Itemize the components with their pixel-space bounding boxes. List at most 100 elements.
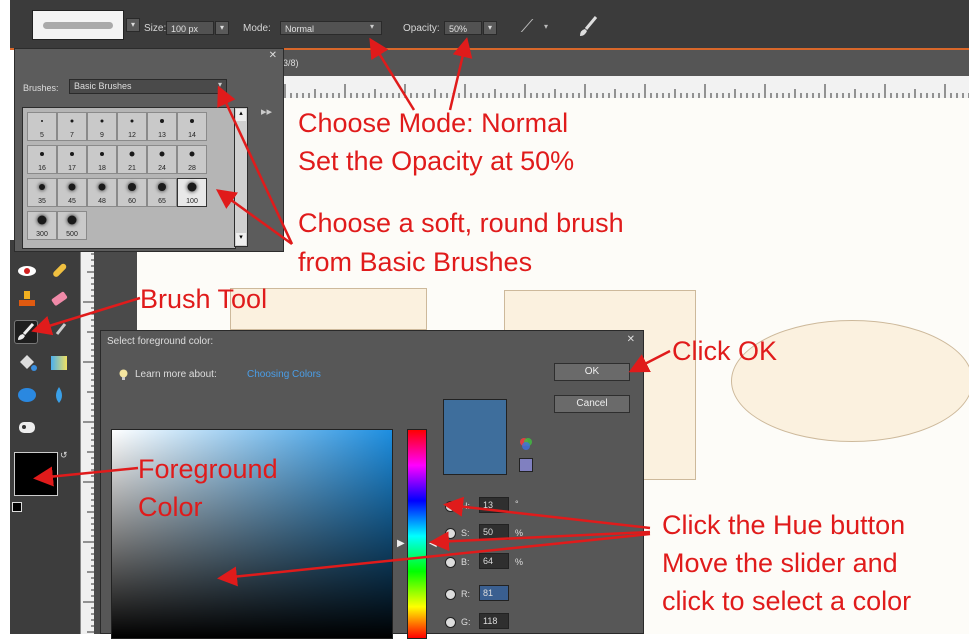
brush-preset-18[interactable]: 18 <box>87 145 117 174</box>
brush-set-value: Basic Brushes <box>74 81 132 91</box>
brush-tip-icon <box>158 183 166 191</box>
brush-preset-16[interactable]: 16 <box>27 145 57 174</box>
options-bar: ▾ Size: 100 px ▾ Mode: Normal ▾ Opacity:… <box>10 0 969 50</box>
opacity-dropdown[interactable]: ▾ <box>483 21 497 35</box>
brush-preview-thumbnail[interactable] <box>32 10 124 40</box>
opacity-field[interactable]: 50% <box>444 21 482 35</box>
opacity-label: Opacity: <box>403 23 440 34</box>
hue-slider[interactable] <box>407 429 427 639</box>
brush-preset-14[interactable]: 14 <box>177 112 207 141</box>
brush-tip-icon <box>70 119 74 123</box>
annotation-brush-line2: from Basic Brushes <box>298 247 533 277</box>
healing-brush-tool-icon[interactable] <box>48 260 70 282</box>
brush-preset-45[interactable]: 45 <box>57 178 87 207</box>
brush-size-label: 9 <box>100 132 104 139</box>
brush-preset-7[interactable]: 7 <box>57 112 87 141</box>
green-radio-button[interactable] <box>445 617 456 628</box>
learn-more-label: Learn more about: <box>135 369 217 380</box>
gradient-tool-icon[interactable] <box>48 352 70 374</box>
brush-settings-icon[interactable] <box>576 15 600 39</box>
learn-more-link[interactable]: Choosing Colors <box>247 369 321 380</box>
brush-preset-48[interactable]: 48 <box>87 178 117 207</box>
red-field[interactable]: 81 <box>479 585 509 601</box>
brightness-unit: % <box>515 557 524 567</box>
toolbox: ↺ <box>10 240 80 634</box>
close-icon[interactable]: ✕ <box>627 334 635 345</box>
brush-preset-500[interactable]: 500 <box>57 211 87 240</box>
brush-size-label: 45 <box>68 198 76 205</box>
brush-tool-icon[interactable] <box>14 320 38 344</box>
color-cube-icon[interactable] <box>519 437 533 451</box>
blur-tool-icon[interactable] <box>48 384 70 406</box>
brush-tip-icon <box>40 152 44 156</box>
smart-brush-tool-icon[interactable] <box>48 320 70 342</box>
brush-preset-65[interactable]: 65 <box>147 178 177 207</box>
brush-tip-icon <box>100 119 104 123</box>
brush-preset-28[interactable]: 28 <box>177 145 207 174</box>
brush-preset-9[interactable]: 9 <box>87 112 117 141</box>
brush-preset-35[interactable]: 35 <box>27 178 57 207</box>
brush-size-label: 5 <box>40 132 44 139</box>
brush-size-label: 24 <box>158 165 166 172</box>
brush-picker-dropdown[interactable]: ▾ <box>126 18 140 32</box>
ok-button[interactable]: OK <box>554 363 630 381</box>
size-dropdown[interactable]: ▾ <box>215 21 229 35</box>
brush-tip-icon <box>189 151 195 157</box>
brush-preset-21[interactable]: 21 <box>117 145 147 174</box>
airbrush-icon[interactable]: ⟋ <box>516 15 538 37</box>
web-safe-color-swatch[interactable] <box>519 458 533 472</box>
document-tab-title[interactable]: 3/8) <box>283 58 299 68</box>
brush-size-label: 7 <box>70 132 74 139</box>
brush-preset-5[interactable]: 5 <box>27 112 57 141</box>
size-field[interactable]: 100 px <box>166 21 214 35</box>
brush-preset-12[interactable]: 12 <box>117 112 147 141</box>
brush-tip-icon <box>128 183 136 191</box>
saturation-radio-button[interactable] <box>445 528 456 539</box>
brush-tip-icon <box>70 152 74 156</box>
annotation-hue-line3: click to select a color <box>662 586 912 616</box>
brush-preset-17[interactable]: 17 <box>57 145 87 174</box>
brush-preset-60[interactable]: 60 <box>117 178 147 207</box>
cancel-button[interactable]: Cancel <box>554 395 630 413</box>
red-eye-tool-icon[interactable] <box>16 260 38 282</box>
green-field[interactable]: 118 <box>479 613 509 629</box>
mode-select[interactable]: Normal <box>280 21 382 35</box>
brush-preset-13[interactable]: 13 <box>147 112 177 141</box>
clone-stamp-tool-icon[interactable] <box>16 288 38 310</box>
hue-radio-button[interactable] <box>445 501 456 512</box>
brush-tip-icon <box>67 215 77 225</box>
panel-menu-icon[interactable]: ▸▸ <box>261 105 272 118</box>
red-radio-button[interactable] <box>445 589 456 600</box>
brightness-field[interactable]: 64 <box>479 553 509 569</box>
brush-preset-24[interactable]: 24 <box>147 145 177 174</box>
saturation-unit: % <box>515 528 524 538</box>
swap-colors-icon[interactable]: ↺ <box>60 450 68 461</box>
hue-slider-left-arrow[interactable]: ▶ <box>397 538 405 549</box>
eraser-tool-icon[interactable] <box>48 288 70 310</box>
sponge-tool-icon[interactable] <box>16 416 38 438</box>
brush-preset-300[interactable]: 300 <box>27 211 57 240</box>
foreground-color-swatch[interactable] <box>14 452 58 496</box>
annotation-foreground-line2: Color <box>138 492 203 522</box>
close-icon[interactable]: ✕ <box>269 50 277 61</box>
saturation-field[interactable]: 50 <box>479 524 509 540</box>
brush-preset-100[interactable]: 100 <box>177 178 207 207</box>
brush-tip-icon <box>37 215 47 225</box>
shape-tool-icon[interactable] <box>16 384 38 406</box>
brightness-radio-button[interactable] <box>445 557 456 568</box>
brush-size-label: 300 <box>36 231 48 238</box>
brush-tip-icon <box>100 152 104 156</box>
chevron-down-icon[interactable]: ▾ <box>544 22 548 31</box>
brush-size-label: 48 <box>98 198 106 205</box>
default-colors-icon[interactable] <box>12 502 22 512</box>
brush-set-select[interactable]: Basic Brushes ▾ <box>69 79 227 94</box>
document-tab-strip: 3/8) <box>283 50 969 76</box>
brush-size-label: 100 <box>186 198 198 205</box>
brush-tip-icon <box>130 119 134 123</box>
hue-field[interactable]: 13 <box>479 497 509 513</box>
paint-bucket-tool-icon[interactable] <box>16 352 38 374</box>
hue-slider-right-arrow[interactable]: ◀ <box>429 538 437 549</box>
brush-grid-scrollbar[interactable]: ▴ ▾ <box>234 107 248 247</box>
brush-size-label: 65 <box>158 198 166 205</box>
brush-tip-icon <box>98 183 106 191</box>
